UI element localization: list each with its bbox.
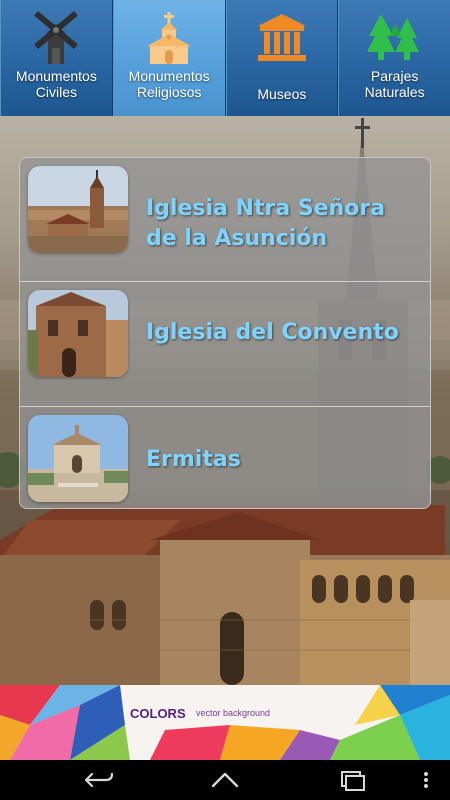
tab-monumentos-religiosos[interactable]: Monumentos Religiosos: [112, 0, 226, 116]
convent-thumbnail: [28, 290, 128, 377]
list-item-title: Iglesia Ntra Señora de la Asunción: [146, 196, 386, 251]
pine-trees-icon: [365, 10, 425, 64]
hermitage-thumbnail: [28, 415, 128, 502]
list-item[interactable]: Iglesia del Convento: [20, 282, 430, 407]
ad-banner[interactable]: COLORS vector background: [0, 685, 450, 760]
tab-monumentos-civiles[interactable]: Monumentos Civiles: [0, 0, 113, 116]
recent-apps-icon[interactable]: [332, 768, 372, 792]
tab-museos[interactable]: Museos: [225, 0, 339, 116]
tab-label: Parajes Naturales: [364, 68, 425, 100]
tab-label: Museos: [257, 86, 307, 102]
tab-label: Monumentos Civiles: [15, 68, 97, 100]
museum-icon: [252, 10, 312, 64]
back-icon[interactable]: [78, 768, 118, 792]
ad-subtitle-text: vector background: [196, 708, 271, 718]
list-item-title: Ermitas: [146, 447, 241, 472]
windmill-icon: [26, 10, 86, 64]
ad-brand-text: COLORS: [130, 706, 186, 721]
tab-parajes-naturales[interactable]: Parajes Naturales: [338, 0, 450, 116]
religious-monuments-list: Iglesia Ntra Señora de la Asunción Igles…: [19, 157, 431, 509]
church-tower-thumbnail: [28, 166, 128, 253]
chapel-icon: [139, 10, 199, 64]
list-item[interactable]: Iglesia Ntra Señora de la Asunción: [20, 158, 430, 282]
category-tab-bar: Monumentos Civiles Monumentos Religiosos: [0, 0, 450, 116]
overflow-menu-icon[interactable]: [416, 768, 436, 792]
system-navigation-bar: [0, 760, 450, 800]
tab-label: Monumentos Religiosos: [128, 68, 210, 100]
home-icon[interactable]: [205, 768, 245, 792]
list-item[interactable]: Ermitas: [20, 407, 430, 508]
list-item-title: Iglesia del Convento: [146, 320, 399, 345]
